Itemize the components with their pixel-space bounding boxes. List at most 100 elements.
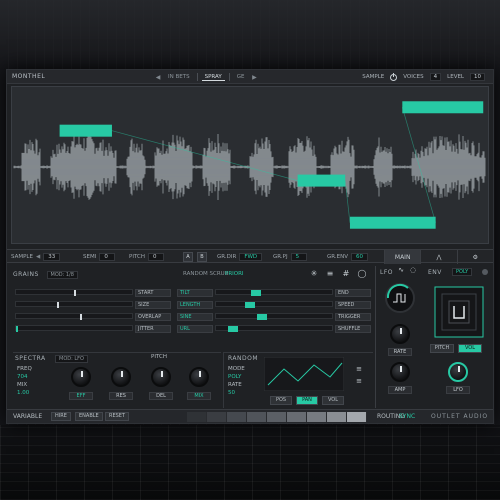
macro-slot[interactable] <box>187 412 207 422</box>
grain-slider-right[interactable] <box>215 301 333 308</box>
random-graph[interactable] <box>264 357 344 391</box>
sample-controls-bar: SAMPLE ◀ 33 SEMI 0 PITCH 0 A B GR.DIR FW… <box>7 249 493 264</box>
enable-button[interactable]: ENABLE <box>75 412 103 421</box>
tab-ge[interactable]: GE <box>234 74 248 80</box>
vol-button[interactable]: VOL <box>322 396 344 405</box>
pitch-value[interactable]: 0 <box>147 253 164 261</box>
a-button[interactable]: A <box>183 252 193 262</box>
macro-slot[interactable] <box>347 412 367 422</box>
hire-button[interactable]: HIRE <box>51 412 71 421</box>
sparkle-icon[interactable]: ✳ <box>309 269 319 278</box>
grid-icon[interactable]: # <box>341 269 351 278</box>
grain-mod-label: SINE <box>177 313 213 321</box>
sample-control: SAMPLE ◀ 33 <box>11 253 61 261</box>
gr-pj-value[interactable]: 5 <box>290 253 307 261</box>
pos-button[interactable]: POS <box>270 396 292 405</box>
macro-slot[interactable] <box>307 412 327 422</box>
slider-thumb[interactable] <box>256 314 267 320</box>
gr-env-label: GR.ENV <box>327 254 348 260</box>
macro-slot[interactable] <box>247 412 267 422</box>
grain-slider-right[interactable] <box>215 289 333 296</box>
power-icon[interactable] <box>390 72 398 81</box>
env-display[interactable] <box>434 286 484 338</box>
slider-thumb[interactable] <box>74 290 76 296</box>
slider-thumb[interactable] <box>245 302 255 308</box>
random-scrub-label: RANDOM SCRUB <box>183 271 229 277</box>
del-label: DEL <box>149 392 173 400</box>
prev-arrow-icon[interactable]: ◀ <box>155 74 161 81</box>
pan-button[interactable]: PAN <box>296 396 318 405</box>
tab-in-bets[interactable]: IN BETS <box>165 74 193 80</box>
slider-thumb[interactable] <box>16 326 18 332</box>
eff-knob[interactable] <box>71 367 91 387</box>
del-knob[interactable] <box>151 367 171 387</box>
gr-dir-value[interactable]: FWD <box>239 253 263 261</box>
lfo-amp-knob[interactable] <box>390 362 410 382</box>
res-label: RES <box>109 392 133 400</box>
sample-value[interactable]: 33 <box>43 253 61 261</box>
macro-slot[interactable] <box>267 412 287 422</box>
tab-envelope[interactable]: ⋀ <box>420 250 456 264</box>
grain-slider-right[interactable] <box>215 313 333 320</box>
level-value[interactable]: 10 <box>470 73 485 81</box>
macro-slot[interactable] <box>207 412 227 422</box>
reset-button[interactable]: RESET <box>105 412 130 421</box>
grain-region[interactable] <box>402 101 484 114</box>
res-knob[interactable] <box>111 367 131 387</box>
lfo-rate-knob[interactable] <box>390 324 410 344</box>
env-vol-button[interactable]: VOL <box>458 344 482 353</box>
grain-region[interactable] <box>59 124 112 137</box>
list-icon[interactable]: ≡ <box>354 377 364 385</box>
slider-thumb[interactable] <box>56 302 59 308</box>
freq-value[interactable]: 704 <box>17 374 28 380</box>
list-icon[interactable]: ≡ <box>354 365 364 373</box>
next-arrow-icon[interactable]: ▶ <box>251 74 257 81</box>
sample-prev-icon[interactable]: ◀ <box>36 254 40 260</box>
b-button[interactable]: B <box>197 252 207 262</box>
grains-mode[interactable]: MOD: 1/8 <box>46 271 78 279</box>
grain-slider-left[interactable] <box>15 301 133 308</box>
macro-slot[interactable] <box>227 412 247 422</box>
list-icon[interactable]: ≡ <box>325 269 335 278</box>
refresh-icon[interactable]: ◯ <box>357 269 367 278</box>
lfo-env-knob[interactable] <box>448 362 468 382</box>
env-pitch-button[interactable]: PITCH <box>430 344 454 353</box>
grain-slider-left[interactable] <box>15 289 133 296</box>
gr-env-value[interactable]: 60 <box>351 253 368 261</box>
mix-knob[interactable] <box>189 367 209 387</box>
slider-thumb[interactable] <box>79 314 82 320</box>
random-mode-value[interactable]: POLY <box>228 374 241 380</box>
grain-region[interactable] <box>349 216 436 229</box>
macro-slot[interactable] <box>327 412 347 422</box>
slider-thumb[interactable] <box>250 290 261 296</box>
q-value[interactable]: 1.00 <box>17 390 29 396</box>
slider-thumb[interactable] <box>227 326 238 332</box>
random-title: RANDOM <box>228 355 259 362</box>
random-rate-value[interactable]: 50 <box>228 390 235 396</box>
mix-knob-label: MIX <box>187 392 211 400</box>
eff-label: EFF <box>69 392 93 400</box>
grain-slider-left[interactable] <box>15 313 133 320</box>
lfo-shape-display[interactable] <box>382 280 418 316</box>
tab-settings[interactable]: ⚙ <box>456 250 493 264</box>
plugin-window: MONTHEL ◀ IN BETS SPRAY GE ▶ SAMPLE VOIC… <box>6 69 494 424</box>
grain-slider-right[interactable] <box>215 325 333 332</box>
spectra-mode[interactable]: MOD: LFO <box>55 355 88 363</box>
top-bar: MONTHEL ◀ IN BETS SPRAY GE ▶ SAMPLE VOIC… <box>7 70 493 84</box>
env-mode[interactable]: POLY <box>452 268 473 276</box>
waveform-shape-icon[interactable]: ∿ <box>396 266 406 274</box>
routing-value[interactable]: SYNC <box>399 413 415 420</box>
semi-value[interactable]: 0 <box>99 253 116 261</box>
random-scrub-value[interactable]: PRIORI <box>225 271 244 277</box>
tab-spray[interactable]: SPRAY <box>201 74 225 81</box>
grain-region[interactable] <box>297 174 346 187</box>
lfo-env-knob-label: LFO <box>446 386 470 394</box>
grain-slider-left[interactable] <box>15 325 133 332</box>
macro-slot[interactable] <box>287 412 307 422</box>
waveform-display[interactable] <box>11 86 489 244</box>
voices-value[interactable]: 4 <box>429 73 442 81</box>
tab-main[interactable]: MAIN <box>384 250 421 264</box>
grain-mod-label: URL <box>177 325 213 333</box>
random-rate-label: RATE <box>228 382 242 388</box>
cycle-icon[interactable]: ◌ <box>408 266 418 274</box>
